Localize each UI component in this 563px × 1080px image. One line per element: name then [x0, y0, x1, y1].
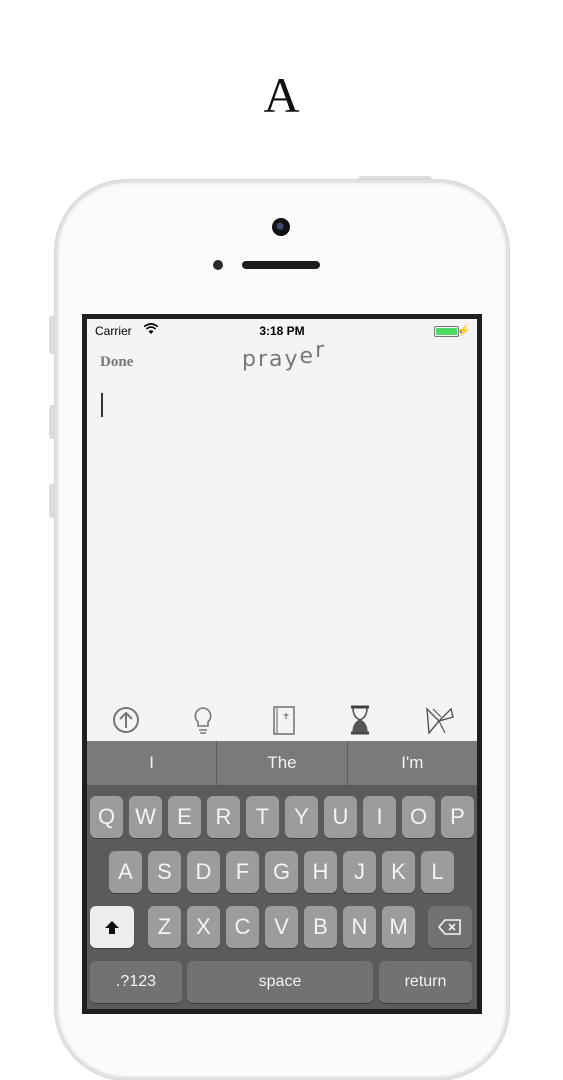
phone-screen: Carrier 3:18 PM ⚡ Done prayer I The I'm … — [82, 314, 482, 1014]
shift-arrow-icon — [105, 921, 119, 935]
shift-key[interactable] — [90, 906, 134, 948]
earpiece-speaker — [242, 261, 320, 269]
key-e[interactable]: E — [168, 796, 201, 838]
key-j[interactable]: J — [343, 851, 376, 893]
origami-bird-icon[interactable] — [423, 703, 457, 737]
app-title: prayer — [242, 338, 326, 372]
key-k[interactable]: K — [382, 851, 415, 893]
key-h[interactable]: H — [304, 851, 337, 893]
suggestion-item[interactable]: The — [217, 741, 348, 785]
backspace-icon — [437, 918, 461, 935]
text-cursor[interactable] — [101, 393, 103, 417]
key-n[interactable]: N — [343, 906, 376, 948]
status-time: 3:18 PM — [259, 324, 305, 338]
battery-icon — [434, 326, 459, 337]
key-i[interactable]: I — [363, 796, 396, 838]
predictive-bar: I The I'm — [87, 741, 477, 785]
key-o[interactable]: O — [402, 796, 435, 838]
key-p[interactable]: P — [441, 796, 474, 838]
charging-icon: ⚡ — [457, 325, 471, 337]
upload-arrow-icon[interactable] — [109, 703, 143, 737]
key-l[interactable]: L — [421, 851, 454, 893]
done-button[interactable]: Done — [100, 354, 133, 371]
key-x[interactable]: X — [187, 906, 220, 948]
keyboard: I The I'm Q W E R T Y U I O P A S D F G H J K L Z X C V B N M .?12… — [87, 741, 477, 1009]
space-key[interactable]: space — [187, 961, 373, 1003]
suggestion-item[interactable]: I — [87, 741, 218, 785]
key-z[interactable]: Z — [148, 906, 181, 948]
figure-label: A — [263, 67, 300, 123]
key-g[interactable]: G — [265, 851, 298, 893]
key-u[interactable]: U — [324, 796, 357, 838]
key-s[interactable]: S — [148, 851, 181, 893]
key-c[interactable]: C — [226, 906, 259, 948]
key-a[interactable]: A — [109, 851, 142, 893]
key-r[interactable]: R — [207, 796, 240, 838]
status-bar: Carrier 3:18 PM ⚡ — [87, 319, 477, 341]
app-title-text: prayer — [242, 338, 327, 372]
key-d[interactable]: D — [187, 851, 220, 893]
key-y[interactable]: Y — [285, 796, 318, 838]
key-b[interactable]: B — [304, 906, 337, 948]
toolbar — [87, 703, 477, 741]
app-display: Carrier 3:18 PM ⚡ Done prayer I The I'm … — [87, 319, 477, 1009]
key-w[interactable]: W — [129, 796, 162, 838]
book-icon[interactable] — [267, 703, 301, 737]
key-f[interactable]: F — [226, 851, 259, 893]
hourglass-icon[interactable] — [343, 703, 377, 737]
proximity-sensor — [213, 260, 223, 270]
key-v[interactable]: V — [265, 906, 298, 948]
key-q[interactable]: Q — [90, 796, 123, 838]
suggestion-item[interactable]: I'm — [348, 741, 477, 785]
lightbulb-icon[interactable] — [186, 703, 220, 737]
delete-key[interactable] — [428, 906, 472, 948]
return-key[interactable]: return — [379, 961, 472, 1003]
key-t[interactable]: T — [246, 796, 279, 838]
front-camera — [272, 218, 290, 236]
key-m[interactable]: M — [382, 906, 415, 948]
numbers-key[interactable]: .?123 — [90, 961, 182, 1003]
